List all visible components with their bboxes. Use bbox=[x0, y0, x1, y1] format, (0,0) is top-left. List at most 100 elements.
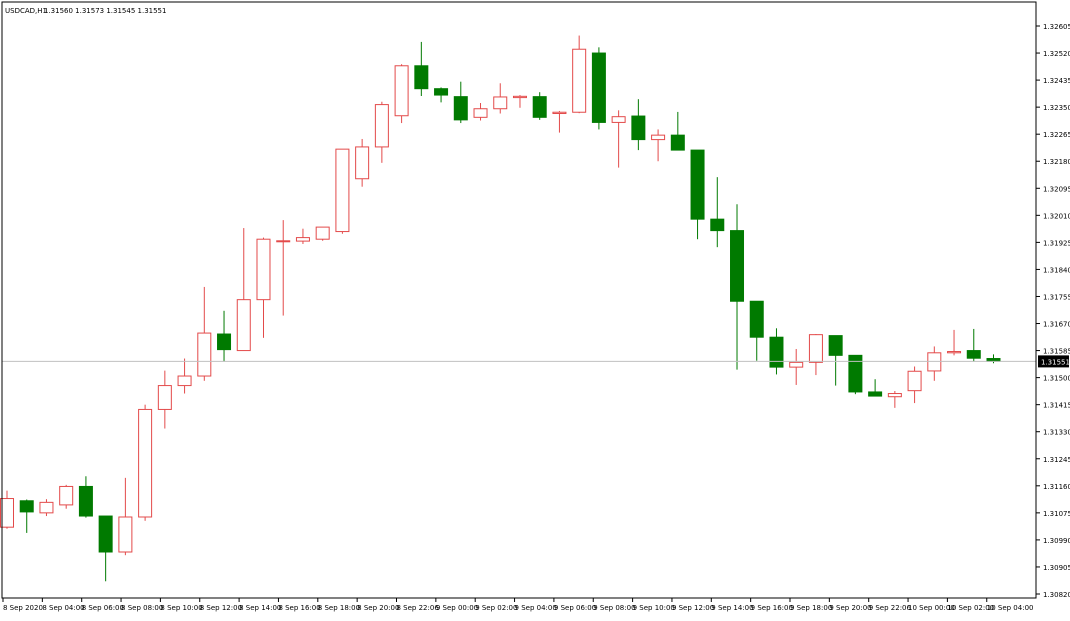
y-tick-label: 1.30820 bbox=[1043, 591, 1070, 599]
y-tick-label: 1.31755 bbox=[1043, 293, 1070, 301]
y-tick-label: 1.32180 bbox=[1043, 158, 1070, 166]
x-tick-label: 8 Sep 14:00 bbox=[239, 604, 281, 612]
candle-body-down bbox=[532, 96, 547, 118]
candle-body-down bbox=[591, 52, 606, 123]
chart-canvas[interactable]: 1.32605 1.32520 1.32435 1.32350 1.32265 1.321… bbox=[0, 0, 1070, 617]
candle-body-down bbox=[78, 485, 93, 517]
candle-body-up bbox=[552, 111, 567, 115]
y-tick-label: 1.31075 bbox=[1043, 510, 1070, 518]
candle bbox=[335, 148, 350, 234]
candle-body-down bbox=[217, 333, 232, 351]
y-tick-label: 1.32010 bbox=[1043, 212, 1070, 220]
candle-body-down bbox=[414, 65, 429, 90]
y-tick-label: 1.32095 bbox=[1043, 185, 1070, 193]
candle-body-down bbox=[453, 96, 468, 121]
candle-body-up bbox=[611, 116, 626, 123]
candle-body-down bbox=[98, 515, 113, 553]
x-tick-label: 9 Sep 02:00 bbox=[475, 604, 517, 612]
candle-body-down bbox=[631, 115, 646, 141]
candle-body-up bbox=[315, 226, 330, 240]
candle bbox=[315, 226, 330, 241]
x-tick-label: 8 Sep 12:00 bbox=[200, 604, 242, 612]
x-tick-label: 9 Sep 10:00 bbox=[633, 604, 675, 612]
x-tick-label: 9 Sep 00:00 bbox=[436, 604, 478, 612]
candle-body-down bbox=[749, 300, 764, 338]
price-chart[interactable]: 1.32605 1.32520 1.32435 1.32350 1.32265 1.321… bbox=[0, 0, 1070, 617]
candle bbox=[394, 64, 409, 124]
x-tick-label: 8 Sep 2020 bbox=[3, 604, 43, 612]
y-tick-label: 1.31670 bbox=[1043, 321, 1070, 329]
x-tick-label: 8 Sep 06:00 bbox=[82, 604, 124, 612]
candle-body-up bbox=[887, 393, 902, 398]
candle-body-up bbox=[512, 95, 527, 99]
x-tick-label: 9 Sep 08:00 bbox=[593, 604, 635, 612]
chart-background bbox=[0, 0, 1070, 617]
candle-body-up bbox=[236, 299, 251, 352]
candle-body-up bbox=[789, 361, 804, 368]
candle-body-down bbox=[730, 230, 745, 302]
candle-body-up bbox=[335, 148, 350, 233]
x-tick-label: 8 Sep 16:00 bbox=[278, 604, 320, 612]
x-tick-label: 8 Sep 04:00 bbox=[42, 604, 84, 612]
candle-body-down bbox=[828, 335, 843, 356]
candle bbox=[591, 47, 606, 130]
candle-body-down bbox=[769, 336, 784, 368]
y-tick-label: 1.31585 bbox=[1043, 348, 1070, 356]
y-tick-label: 1.32520 bbox=[1043, 50, 1070, 58]
y-tick-label: 1.31160 bbox=[1043, 483, 1070, 491]
candle-body-down bbox=[690, 149, 705, 220]
y-tick-label: 1.31415 bbox=[1043, 402, 1070, 410]
y-tick-label: 1.31245 bbox=[1043, 456, 1070, 464]
y-tick-label: 1.32265 bbox=[1043, 131, 1070, 139]
candle-body-down bbox=[868, 391, 883, 397]
y-tick-label: 1.31840 bbox=[1043, 266, 1070, 274]
candle-body-up bbox=[394, 65, 409, 117]
y-tick-label: 1.32350 bbox=[1043, 104, 1070, 112]
x-tick-label: 8 Sep 18:00 bbox=[318, 604, 360, 612]
candle-body-down bbox=[434, 88, 449, 96]
candle-body-up bbox=[808, 334, 823, 363]
y-tick-label: 1.32605 bbox=[1043, 23, 1070, 31]
x-tick-label: 9 Sep 22:06 bbox=[869, 604, 912, 612]
symbol-timeframe-label: USDCAD,H1 bbox=[5, 7, 47, 15]
y-tick-label: 1.30905 bbox=[1043, 564, 1070, 572]
candle-body-up bbox=[256, 238, 271, 301]
candle-body-up bbox=[295, 237, 310, 242]
x-tick-label: 10 Sep 04:00 bbox=[987, 604, 1034, 612]
candle-body-down bbox=[966, 350, 981, 359]
candle-body-up bbox=[572, 48, 587, 113]
x-tick-label: 9 Sep 04:00 bbox=[515, 604, 557, 612]
candle bbox=[532, 92, 547, 120]
candle bbox=[138, 404, 153, 521]
candle-body-up bbox=[374, 104, 389, 148]
candle-body-up bbox=[118, 516, 133, 553]
candle-body-up bbox=[651, 134, 666, 141]
candle-body-up bbox=[473, 108, 488, 118]
y-tick-label: 1.31330 bbox=[1043, 429, 1070, 437]
y-tick-label: 1.30990 bbox=[1043, 537, 1070, 545]
x-tick-label: 9 Sep 06:00 bbox=[554, 604, 596, 612]
x-tick-label: 8 Sep 10:00 bbox=[160, 604, 202, 612]
x-tick-label: 8 Sep 08:00 bbox=[121, 604, 163, 612]
candle-body-up bbox=[157, 385, 172, 410]
candle-body-down bbox=[848, 354, 863, 393]
candle-body-down bbox=[710, 218, 725, 232]
candle-body-up bbox=[197, 332, 212, 377]
candle-body-up bbox=[907, 370, 922, 392]
candle-body-down bbox=[670, 134, 685, 151]
x-tick-label: 9 Sep 16:00 bbox=[751, 604, 793, 612]
candle bbox=[59, 484, 74, 509]
x-tick-label: 9 Sep 20:00 bbox=[829, 604, 871, 612]
candle-body-up bbox=[177, 375, 192, 387]
candle-body-down bbox=[19, 500, 34, 513]
candle-body-up bbox=[947, 351, 962, 354]
candle-body-up bbox=[138, 408, 153, 518]
ohlc-readout: 1.31560 1.31573 1.31545 1.31551 bbox=[44, 7, 166, 15]
candle-body-up bbox=[276, 240, 291, 243]
x-tick-label: 8 Sep 22:06 bbox=[397, 604, 440, 612]
x-tick-label: 9 Sep 14:00 bbox=[711, 604, 753, 612]
candle-body-up bbox=[355, 146, 370, 180]
y-tick-label: 1.32435 bbox=[1043, 77, 1070, 85]
candle-body-up bbox=[39, 501, 54, 514]
y-tick-label: 1.31500 bbox=[1043, 375, 1070, 383]
